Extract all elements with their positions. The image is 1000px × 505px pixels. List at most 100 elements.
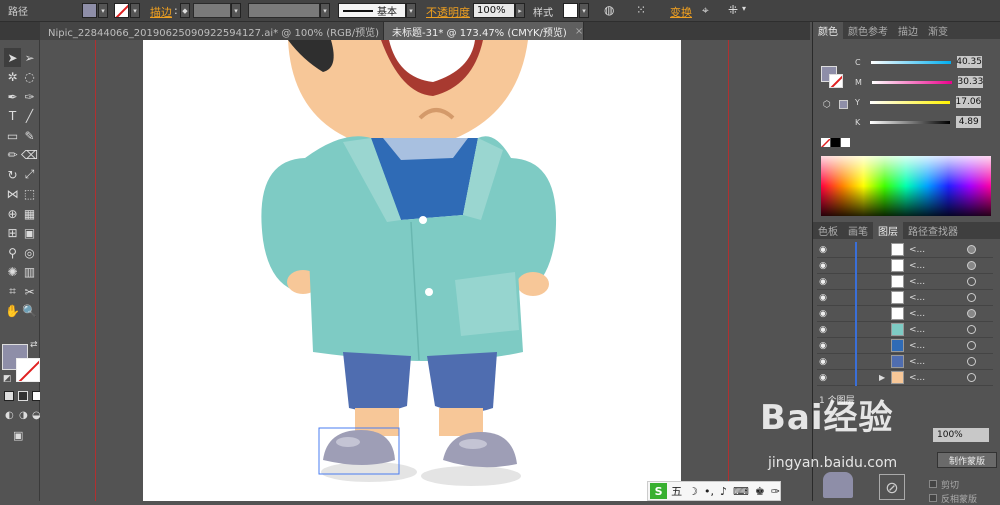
target-icon[interactable] (967, 309, 976, 318)
black-swatch[interactable] (831, 138, 840, 147)
yellow-track[interactable] (869, 100, 950, 104)
perspective-grid-tool-icon[interactable]: ▦ (21, 204, 38, 223)
graphic-style-swatch[interactable] (563, 3, 578, 18)
target-icon[interactable] (967, 277, 976, 286)
keyboard-icon[interactable]: ⌨ (733, 485, 749, 498)
visibility-icon[interactable]: ◉ (817, 245, 829, 255)
visibility-icon[interactable]: ◉ (817, 277, 829, 287)
cyan-track[interactable] (870, 60, 951, 64)
arrange-icon[interactable]: ⁜ (728, 3, 738, 17)
column-graph-tool-icon[interactable]: ▥ (21, 263, 38, 282)
recolor-icon[interactable]: ◍ (604, 3, 614, 17)
target-icon[interactable] (967, 293, 976, 302)
visibility-icon[interactable]: ◉ (817, 261, 829, 271)
yellow-slider[interactable]: Y 17.06 (855, 96, 995, 108)
document-canvas[interactable] (40, 40, 810, 501)
arrange-dropdown-icon[interactable]: ▾ (742, 4, 746, 13)
right-pant-leg[interactable] (427, 352, 497, 413)
screen-mode-icon[interactable]: ▣ (13, 429, 23, 442)
magenta-track[interactable] (871, 80, 952, 84)
make-mask-button[interactable]: 制作蒙版 (937, 452, 997, 468)
zoom-tool-icon[interactable]: 🔍 (21, 302, 38, 321)
black-value[interactable]: 4.89 (956, 116, 982, 128)
layer-row[interactable]: ◉ <... (817, 273, 993, 290)
target-icon[interactable] (967, 245, 976, 254)
magenta-slider[interactable]: M 30.33 (855, 76, 995, 88)
hand-tool-icon[interactable]: ✋ (4, 302, 21, 321)
free-transform-tool-icon[interactable]: ⬚ (21, 185, 38, 204)
target-icon[interactable] (967, 357, 976, 366)
fill-swatch[interactable] (82, 3, 97, 18)
tab-nipic-document[interactable]: Nipic_22844066_20190625090922594127.ai* … (40, 22, 395, 40)
punctuation-icon[interactable]: •, (704, 485, 714, 498)
scale-tool-icon[interactable]: ⤢ (21, 165, 38, 184)
sogou-logo-icon[interactable]: S (650, 483, 668, 499)
left-pant-leg[interactable] (343, 352, 411, 412)
color-spectrum[interactable] (821, 156, 991, 216)
black-track[interactable] (870, 120, 951, 124)
blend-tool-icon[interactable]: ◎ (21, 243, 38, 262)
stroke-swatch[interactable] (114, 3, 129, 18)
stroke-weight-dropdown[interactable]: ▾ (231, 3, 241, 18)
stroke-link[interactable]: 描边 (150, 4, 172, 20)
tab-color[interactable]: 颜色 (813, 22, 843, 39)
visibility-icon[interactable]: ◉ (817, 325, 829, 335)
layer-row[interactable]: ◉ <... (817, 289, 993, 306)
color-panel-stroke[interactable] (829, 74, 843, 88)
layer-row[interactable]: ◉ ▶ <... (817, 369, 993, 386)
default-colors-icon[interactable]: ◩ (3, 374, 12, 384)
paintbrush-tool-icon[interactable]: ✎ (21, 126, 38, 145)
style-dropdown[interactable]: ▾ (579, 3, 589, 18)
selection-tool-icon[interactable]: ➤ (4, 48, 21, 67)
eraser-tool-icon[interactable]: ⌫ (21, 146, 38, 165)
shape-builder-tool-icon[interactable]: ⊕ (4, 204, 21, 223)
tab-untitled-document[interactable]: 未标题-31* @ 173.47% (CMYK/预览) × (384, 22, 584, 40)
slice-tool-icon[interactable]: ✂ (21, 282, 38, 301)
eyedropper-tool-icon[interactable]: ⚲ (4, 243, 21, 262)
visibility-icon[interactable]: ◉ (817, 373, 829, 383)
gradient-mode-button[interactable] (18, 391, 28, 401)
out-of-gamut-icon[interactable]: ⬡ (823, 100, 831, 110)
target-icon[interactable] (967, 261, 976, 270)
stroke-dropdown[interactable]: ▾ (130, 3, 140, 18)
brush-definition[interactable]: 基本 (338, 3, 406, 18)
direct-selection-tool-icon[interactable]: ➢ (21, 48, 38, 67)
none-swatch[interactable] (821, 138, 830, 147)
tab-gradient[interactable]: 渐变 (923, 22, 953, 39)
rotate-tool-icon[interactable]: ↻ (4, 165, 21, 184)
tab-color-guide[interactable]: 颜色参考 (843, 22, 893, 39)
tab-stroke[interactable]: 描边 (893, 22, 923, 39)
isolate-icon[interactable]: ⌖ (702, 3, 709, 18)
layer-row[interactable]: ◉ <... (817, 257, 993, 274)
layer-row[interactable]: ◉ <... (817, 353, 993, 370)
tab-pathfinder[interactable]: 路径查找器 (903, 222, 963, 239)
magic-wand-tool-icon[interactable]: ✲ (4, 68, 21, 87)
color-mode-button[interactable] (4, 391, 14, 401)
coat-button-2[interactable] (425, 288, 433, 296)
yellow-value[interactable]: 17.06 (956, 96, 981, 108)
type-tool-icon[interactable]: T (4, 107, 21, 126)
stroke-weight-stepper[interactable]: ◆ (180, 3, 190, 18)
skin-icon[interactable]: ♚ (755, 485, 765, 498)
pen-tool-icon[interactable]: ✒ (4, 87, 21, 106)
visibility-icon[interactable]: ◉ (817, 357, 829, 367)
visibility-icon[interactable]: ◉ (817, 293, 829, 303)
visibility-icon[interactable]: ◉ (817, 341, 829, 351)
cyan-value[interactable]: 40.35 (956, 56, 982, 68)
lasso-tool-icon[interactable]: ◌ (21, 68, 38, 87)
coat-button-1[interactable] (419, 216, 427, 224)
fill-dropdown[interactable]: ▾ (98, 3, 108, 18)
transform-link[interactable]: 变换 (670, 4, 692, 20)
coat-pocket[interactable] (455, 272, 519, 336)
layer-row[interactable]: ◉ <... (817, 241, 993, 258)
mic-icon[interactable]: ♪ (720, 485, 727, 498)
expand-icon[interactable]: ▶ (879, 373, 885, 382)
target-icon[interactable] (967, 341, 976, 350)
draw-normal-icon[interactable]: ◐ (5, 410, 14, 421)
curvature-tool-icon[interactable]: ✑ (21, 87, 38, 106)
stroke-weight-input[interactable] (193, 3, 231, 18)
artboard[interactable] (143, 40, 681, 501)
close-icon[interactable]: × (575, 26, 583, 37)
tab-brushes[interactable]: 画笔 (843, 222, 873, 239)
swap-icon[interactable]: ⇄ (30, 340, 38, 350)
